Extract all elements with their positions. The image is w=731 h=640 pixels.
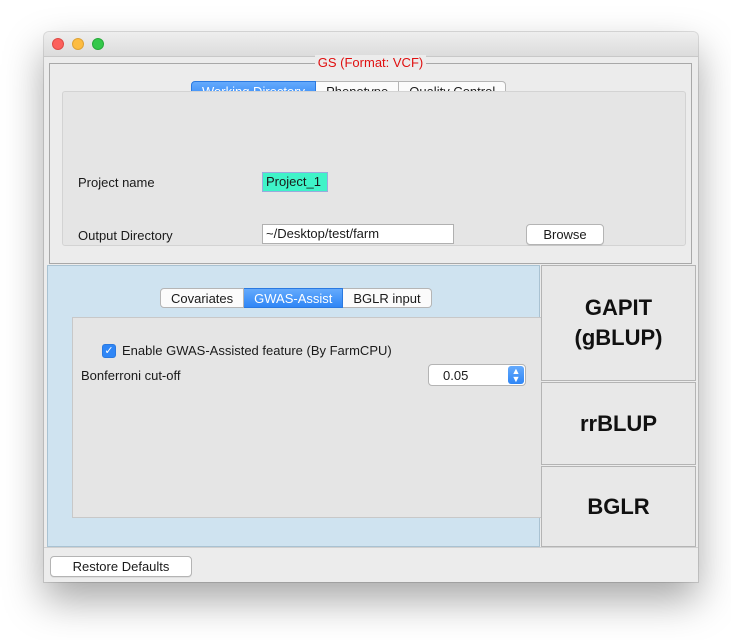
project-name-label: Project name [78, 175, 155, 190]
footer-bar: Restore Defaults [44, 547, 698, 582]
title-bar [44, 32, 698, 57]
restore-defaults-button[interactable]: Restore Defaults [50, 556, 192, 577]
bglr-button[interactable]: BGLR [541, 466, 696, 547]
browse-button[interactable]: Browse [526, 224, 604, 245]
tab-covariates[interactable]: Covariates [160, 288, 245, 308]
tab-bglr-input[interactable]: BGLR input [343, 288, 432, 308]
project-name-field[interactable]: Project_1 [262, 172, 328, 192]
updown-arrows-icon: ▲ ▼ [508, 366, 524, 384]
enable-gwas-label: Enable GWAS-Assisted feature (By FarmCPU… [122, 343, 392, 358]
bonferroni-label: Bonferroni cut-off [81, 368, 181, 383]
close-icon[interactable] [52, 38, 64, 50]
model-tabstrip: Covariates GWAS-Assist BGLR input [160, 288, 432, 308]
gapit-button[interactable]: GAPIT (gBLUP) [541, 265, 696, 381]
output-directory-field[interactable]: ~/Desktop/test/farm [262, 224, 454, 244]
bonferroni-select[interactable]: 0.05 ▲ ▼ [428, 364, 526, 386]
maximize-icon[interactable] [92, 38, 104, 50]
enable-gwas-checkbox[interactable]: ✓ [102, 344, 116, 358]
output-directory-label: Output Directory [78, 228, 173, 243]
tab-gwas-assist[interactable]: GWAS-Assist [244, 288, 344, 308]
model-options-panel: Covariates GWAS-Assist BGLR input ✓ Enab… [47, 265, 542, 547]
gs-group-title: GS (Format: VCF) [314, 55, 427, 70]
model-section: Covariates GWAS-Assist BGLR input ✓ Enab… [44, 265, 698, 547]
app-window: GS (Format: VCF) Working Directory Pheno… [44, 32, 698, 582]
gs-group: GS (Format: VCF) Working Directory Pheno… [49, 55, 692, 264]
rrblup-button[interactable]: rrBLUP [541, 382, 696, 465]
working-directory-pane [62, 91, 686, 246]
bonferroni-value: 0.05 [443, 368, 469, 383]
minimize-icon[interactable] [72, 38, 84, 50]
